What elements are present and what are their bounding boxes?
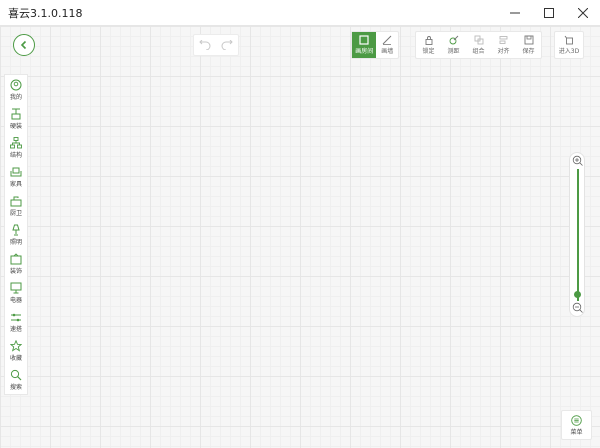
pencil-icon <box>382 35 392 45</box>
align-button[interactable]: 对齐 <box>493 32 515 58</box>
close-icon <box>578 7 588 18</box>
align-label: 对齐 <box>497 48 510 55</box>
save-label: 保存 <box>522 48 535 55</box>
sidebar-item-label: 厨卫 <box>9 209 22 217</box>
draw-wall-button[interactable]: 画墙 <box>376 32 398 58</box>
draw-wall-label: 画墙 <box>381 48 394 55</box>
sidebar-item-label: 我的 <box>9 93 22 101</box>
window-title: 喜云3.1.0.118 <box>8 6 83 20</box>
sidebar-item-label: 电器 <box>9 296 22 304</box>
lock-label: 锁定 <box>422 48 435 55</box>
user-icon <box>10 79 22 90</box>
lock-button[interactable]: 锁定 <box>418 32 440 58</box>
enter-3d-label: 进入3D <box>558 48 580 55</box>
quick-build-icon <box>11 313 21 321</box>
sidebar-item-label: 装饰 <box>9 267 22 275</box>
view-3d-group: 进入3D <box>554 31 584 59</box>
sidebar-item-structure[interactable]: 结构 <box>5 133 27 162</box>
sidebar-item-mine[interactable]: 我的 <box>5 75 27 104</box>
draw-room-button[interactable]: 画房间 <box>352 32 377 58</box>
sidebar-item-search[interactable]: 搜索 <box>5 365 27 394</box>
sofa-icon <box>10 167 22 176</box>
chevron-left-icon <box>20 40 27 50</box>
zoom-out-icon[interactable] <box>572 302 583 313</box>
undo-redo-group <box>193 34 239 56</box>
zoom-track[interactable] <box>577 169 579 301</box>
enter-3d-button[interactable]: 进入3D <box>555 32 583 58</box>
zoom-in-icon[interactable] <box>572 155 583 166</box>
menu-label: 菜单 <box>570 428 583 436</box>
zoom-handle[interactable] <box>574 290 581 298</box>
catalog-sidebar: 我的 硬装 结构 家具 厨卫 照明 装饰 电器 速搭 收藏 搜索 <box>4 74 28 395</box>
sidebar-item-quick-build[interactable]: 速搭 <box>5 307 27 336</box>
sidebar-item-kitchen-bath[interactable]: 厨卫 <box>5 191 27 220</box>
sidebar-item-furniture[interactable]: 家具 <box>5 162 27 191</box>
hard-decor-icon <box>11 108 21 119</box>
minimize-icon <box>510 12 520 13</box>
align-icon <box>499 36 507 44</box>
save-button[interactable]: 保存 <box>518 32 540 58</box>
sidebar-item-label: 速搭 <box>9 325 22 333</box>
sidebar-item-favorites[interactable]: 收藏 <box>5 336 27 365</box>
menu-button[interactable]: 菜单 <box>561 410 592 440</box>
back-button[interactable] <box>13 34 35 56</box>
sidebar-item-label: 结构 <box>9 151 22 159</box>
sidebar-item-label: 搜索 <box>9 383 22 391</box>
minimize-button[interactable] <box>498 0 532 26</box>
measure-button[interactable]: 测距 <box>443 32 465 58</box>
group-icon <box>474 35 483 45</box>
sidebar-item-appliances[interactable]: 电器 <box>5 278 27 307</box>
draw-tools-group: 画房间 画墙 <box>351 31 399 59</box>
measure-icon <box>449 35 458 45</box>
design-canvas[interactable] <box>0 26 600 448</box>
sidebar-item-label: 照明 <box>9 238 22 246</box>
group-button[interactable]: 组合 <box>468 32 490 58</box>
sidebar-item-label: 收藏 <box>9 354 22 362</box>
search-icon <box>10 369 22 380</box>
maximize-button[interactable] <box>532 0 566 26</box>
measure-label: 测距 <box>447 48 460 55</box>
group-label: 组合 <box>472 48 485 55</box>
draw-room-label: 画房间 <box>355 48 374 55</box>
monitor-icon <box>10 282 22 293</box>
sidebar-item-label: 家具 <box>9 180 22 188</box>
sidebar-item-lighting[interactable]: 照明 <box>5 220 27 249</box>
zoom-slider[interactable] <box>569 152 585 317</box>
sidebar-item-label: 硬装 <box>9 122 22 130</box>
frame-icon <box>10 252 22 264</box>
title-bar: 喜云3.1.0.118 <box>0 0 600 26</box>
menu-icon <box>571 414 582 426</box>
sidebar-item-hard-decor[interactable]: 硬装 <box>5 104 27 133</box>
cube-3d-icon <box>564 35 573 45</box>
star-icon <box>10 339 22 352</box>
close-button[interactable] <box>566 0 600 26</box>
maximize-icon <box>544 7 554 18</box>
kitchen-bath-icon <box>10 196 22 206</box>
sidebar-item-decoration[interactable]: 装饰 <box>5 249 27 278</box>
redo-icon[interactable] <box>221 40 233 50</box>
structure-icon <box>10 136 22 148</box>
room-icon <box>359 35 369 45</box>
lamp-icon <box>12 224 20 235</box>
edit-tools-group: 锁定 测距 组合 对齐 保存 <box>415 31 542 59</box>
save-icon <box>524 35 533 45</box>
undo-icon[interactable] <box>199 40 211 50</box>
lock-icon <box>425 36 432 45</box>
